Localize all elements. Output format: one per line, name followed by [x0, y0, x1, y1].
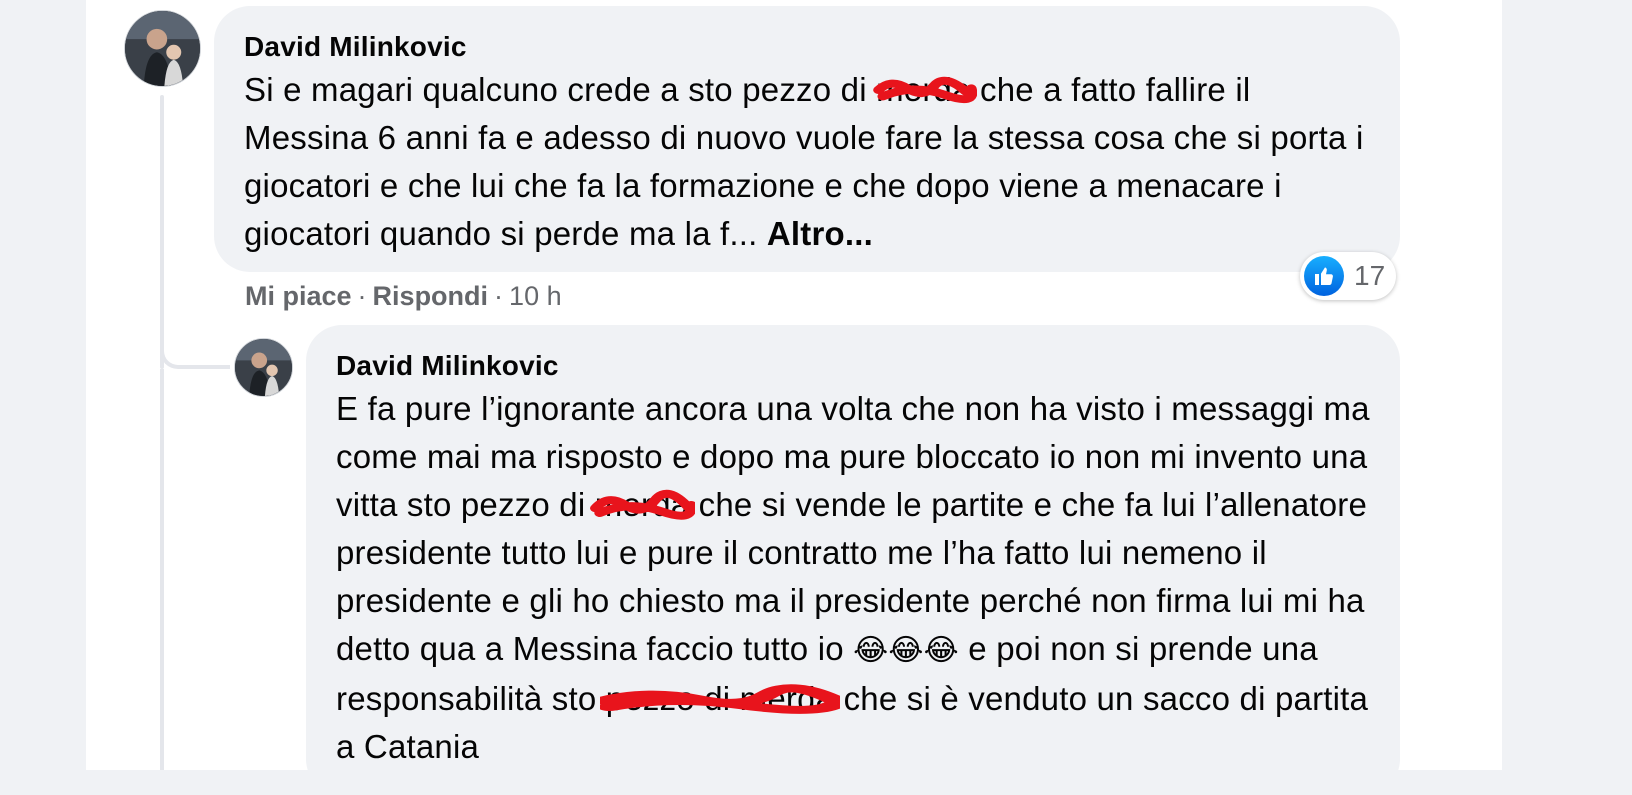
comment-text: Si e magari qualcuno crede a sto pezzo d… [244, 66, 1370, 258]
comment-text-part: Si e magari qualcuno crede a sto pezzo d… [244, 71, 877, 108]
reaction-summary[interactable]: 17 [1300, 252, 1396, 300]
redaction-scribble: merda [873, 66, 977, 114]
red-scribble-mark [599, 683, 841, 715]
comment-timestamp[interactable]: 10 h [509, 281, 562, 311]
profile-photo [125, 11, 200, 86]
comment-bubble: David Milinkovic Si e magari qualcuno cr… [214, 6, 1400, 272]
like-icon [1304, 256, 1344, 296]
comment-author[interactable]: David Milinkovic [244, 28, 1370, 66]
reply-bubble: David Milinkovic E fa pure l’ignorante a… [306, 325, 1400, 795]
reply-text: E fa pure l’ignorante ancora una volta c… [336, 385, 1370, 771]
red-scribble-mark [870, 74, 977, 106]
thread-connector-curve [160, 320, 230, 369]
avatar[interactable] [234, 338, 293, 397]
separator: · [494, 281, 504, 311]
thread-connector-continued [160, 369, 164, 770]
comment-actions: Mi piace · Rispondi · 10 h [245, 278, 562, 314]
red-scribble-mark [589, 489, 696, 521]
reply-button[interactable]: Rispondi [373, 281, 489, 311]
reply-author[interactable]: David Milinkovic [336, 347, 1370, 385]
laughing-emoji-icon: 😂😂😂 [853, 634, 959, 667]
reaction-count: 17 [1354, 260, 1386, 291]
separator: · [357, 281, 367, 311]
avatar[interactable] [124, 10, 201, 87]
see-more-link[interactable]: Altro... [767, 215, 873, 252]
like-button[interactable]: Mi piace [245, 281, 352, 311]
redaction-scribble: merda [589, 481, 696, 529]
redaction-scribble: pezzo di merda [599, 675, 841, 723]
profile-photo [235, 339, 292, 396]
